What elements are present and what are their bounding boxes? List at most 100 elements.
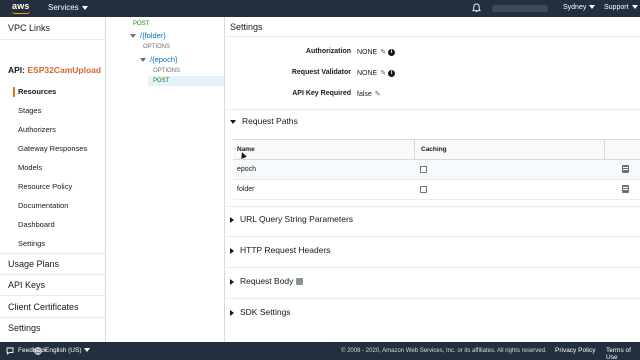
column-header-caching: Caching [421, 146, 447, 153]
info-icon[interactable]: i [388, 69, 396, 77]
nav-client-certificates[interactable]: Client Certificates [8, 302, 79, 312]
tree-method-options[interactable]: OPTIONS [153, 68, 180, 74]
nav-divider [0, 253, 106, 254]
request-paths-header[interactable]: Request Paths [230, 116, 298, 126]
info-icon[interactable]: i [388, 48, 396, 56]
nav-models[interactable]: Models [18, 163, 42, 172]
http-headers-section[interactable]: HTTP Request Headers [230, 245, 331, 255]
left-navigation: VPC Links API: ESP32CamUpload Resources … [0, 17, 106, 342]
tree-method-post[interactable]: POST [133, 21, 149, 27]
caret-right-icon [230, 278, 234, 285]
api-title: API: ESP32CamUpload [8, 65, 101, 75]
support-label: Support [604, 4, 629, 11]
region-selector[interactable]: Sydney [563, 4, 596, 11]
nav-api-settings[interactable]: Settings [18, 239, 45, 248]
terms-of-use-link[interactable]: Terms of Use [606, 347, 640, 360]
section-divider [226, 298, 640, 299]
chevron-down-icon [84, 348, 91, 353]
feedback-link[interactable]: Feedback [18, 347, 47, 354]
request-validator-value: NONE ✎ i [357, 69, 396, 77]
table-row: folder [233, 180, 640, 200]
nav-resource-policy[interactable]: Resource Policy [18, 182, 72, 191]
method-settings-panel: Settings Authorization NONE ✎ i Request Va… [226, 17, 640, 342]
book-icon[interactable] [296, 278, 304, 286]
http-headers-title: HTTP Request Headers [240, 245, 331, 255]
api-key-required-value: false ✎ [357, 90, 381, 98]
nav-stages[interactable]: Stages [18, 106, 41, 115]
pencil-icon[interactable]: ✎ [380, 48, 386, 56]
pencil-icon[interactable]: ✎ [380, 69, 386, 77]
region-label: Sydney [563, 4, 587, 11]
page-title: Settings [230, 22, 263, 32]
caret-right-icon [230, 247, 234, 254]
active-indicator [13, 87, 15, 97]
column-divider [414, 140, 415, 160]
section-divider [226, 206, 640, 207]
caching-checkbox[interactable] [420, 166, 427, 173]
bell-icon[interactable] [472, 3, 481, 13]
nav-gateway-responses[interactable]: Gateway Responses [18, 144, 87, 153]
table-row: epoch [233, 160, 640, 180]
top-navigation-bar: aws Services Sydney Support [0, 0, 640, 17]
account-name-redacted[interactable] [492, 5, 548, 12]
resource-tree: POST /{folder} OPTIONS /{epoch} OPTIONS … [114, 17, 225, 342]
tree-node-label: /{folder} [140, 31, 166, 40]
caching-checkbox[interactable] [420, 186, 427, 193]
language-selector[interactable]: English (US) [45, 347, 91, 354]
api-prefix: API: [8, 65, 25, 75]
table-header: Name Caching [233, 140, 640, 160]
nav-resources[interactable]: Resources [18, 87, 56, 96]
row-name: epoch [237, 166, 257, 173]
title-divider [226, 36, 640, 37]
authorization-value: NONE ✎ i [357, 48, 396, 56]
tree-node-folder[interactable]: /{folder} [130, 31, 166, 40]
request-body-section[interactable]: Request Body [230, 276, 304, 286]
nav-settings[interactable]: Settings [8, 323, 41, 333]
privacy-policy-link[interactable]: Privacy Policy [555, 347, 595, 354]
nav-api-keys[interactable]: API Keys [8, 280, 45, 290]
services-label: Services [48, 3, 79, 12]
sdk-settings-section[interactable]: SDK Settings [230, 307, 291, 317]
nav-authorizers[interactable]: Authorizers [18, 125, 56, 134]
section-divider [226, 109, 640, 110]
chevron-down-icon[interactable] [130, 34, 136, 39]
services-menu[interactable]: Services [48, 3, 88, 12]
request-paths-title: Request Paths [242, 116, 298, 126]
url-query-section[interactable]: URL Query String Parameters [230, 214, 353, 224]
authorization-text: NONE [357, 49, 378, 56]
chat-bubble-icon[interactable] [6, 347, 14, 355]
tree-method-options[interactable]: OPTIONS [143, 44, 170, 50]
nav-vpc-links[interactable]: VPC Links [8, 23, 50, 33]
chevron-down-icon[interactable] [140, 58, 146, 63]
api-name[interactable]: ESP32CamUpload [27, 65, 101, 75]
api-key-required-text: false [357, 91, 372, 98]
request-paths-table: Name Caching epoch folder [233, 139, 640, 200]
document-icon[interactable] [622, 165, 629, 173]
pencil-icon[interactable]: ✎ [375, 90, 381, 98]
footer-bar: Feedback English (US) © 2008 - 2020, Ama… [0, 342, 640, 360]
nav-usage-plans[interactable]: Usage Plans [8, 259, 59, 269]
aws-logo[interactable]: aws [12, 1, 30, 11]
aws-smile-icon [12, 11, 30, 14]
nav-divider [0, 317, 106, 318]
request-validator-label: Request Validator [291, 69, 351, 76]
language-label: English (US) [45, 347, 82, 354]
request-body-title: Request Body [240, 276, 294, 286]
support-menu[interactable]: Support [604, 4, 638, 11]
nav-documentation[interactable]: Documentation [18, 201, 68, 210]
tree-method-post-selected[interactable]: POST [153, 78, 169, 84]
nav-divider [0, 39, 106, 40]
section-divider [226, 236, 640, 237]
chevron-down-icon [631, 5, 638, 10]
sdk-settings-title: SDK Settings [240, 307, 291, 317]
nav-divider [0, 295, 106, 296]
section-divider [226, 267, 640, 268]
caret-down-icon [230, 119, 236, 124]
document-icon[interactable] [622, 185, 629, 193]
copyright-text: © 2008 - 2020, Amazon Web Services, Inc.… [341, 348, 547, 354]
tree-node-epoch[interactable]: /{epoch} [140, 55, 178, 64]
api-key-required-label: API Key Required [292, 90, 351, 97]
nav-dashboard[interactable]: Dashboard [18, 220, 55, 229]
nav-divider [0, 274, 106, 275]
caret-right-icon [230, 309, 234, 316]
